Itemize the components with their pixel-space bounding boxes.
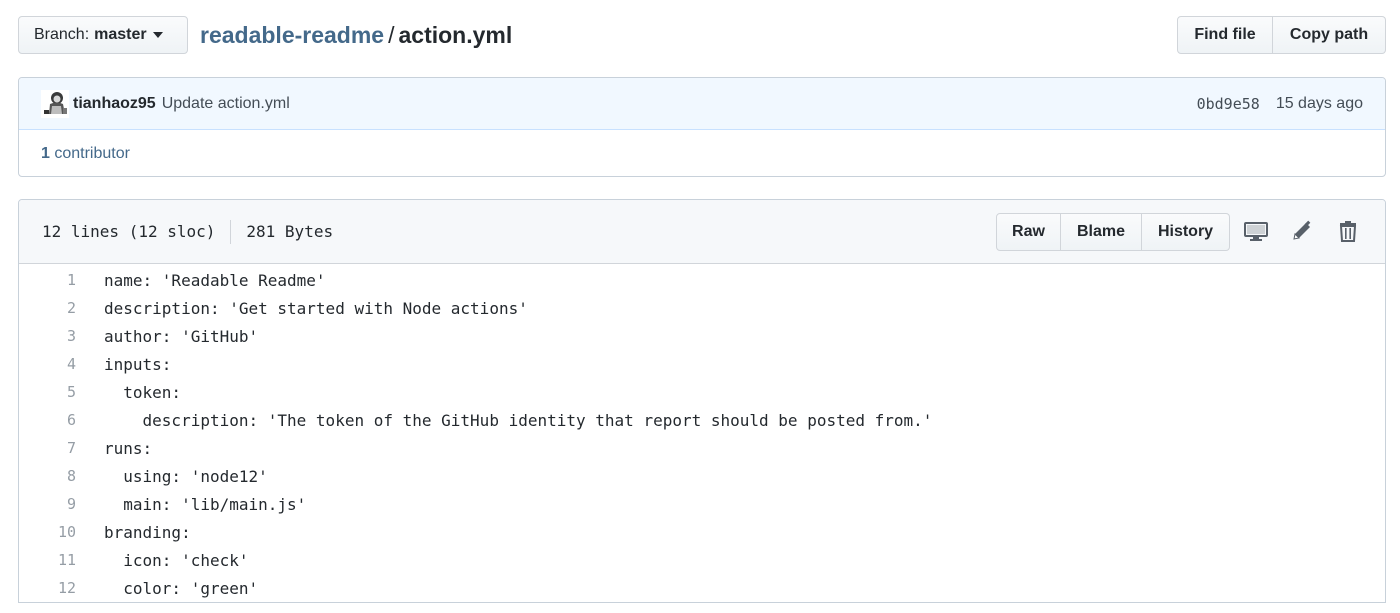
breadcrumb-file: action.yml [398, 22, 513, 48]
line-number[interactable]: 5 [19, 383, 76, 401]
copy-path-button[interactable]: Copy path [1273, 16, 1386, 54]
breadcrumb: readable-readme / action.yml [200, 19, 512, 51]
code-line: 7 runs: [19, 434, 1385, 462]
raw-button[interactable]: Raw [996, 213, 1061, 251]
code-line: 3 author: 'GitHub' [19, 322, 1385, 350]
breadcrumb-repo-link[interactable]: readable-readme [200, 22, 384, 48]
file-action-buttons: Raw Blame History [996, 213, 1230, 251]
line-content: color: 'green' [104, 578, 259, 598]
branch-name: master [94, 26, 147, 43]
line-number[interactable]: 3 [19, 327, 76, 345]
line-number[interactable]: 11 [19, 551, 76, 569]
desktop-icon[interactable] [1243, 218, 1269, 244]
line-content: author: 'GitHub' [104, 326, 259, 346]
commit-sha[interactable]: 0bd9e58 [1197, 95, 1260, 113]
line-content: name: 'Readable Readme' [104, 270, 326, 290]
blame-button[interactable]: Blame [1061, 213, 1142, 251]
code-line: 8 using: 'node12' [19, 462, 1385, 490]
file-header: 12 lines (12 sloc) 281 Bytes Raw Blame H… [19, 200, 1385, 264]
line-number[interactable]: 7 [19, 439, 76, 457]
code-line: 2 description: 'Get started with Node act… [19, 294, 1385, 322]
branch-selector[interactable]: Branch: master [18, 16, 188, 54]
code-line: 6 description: 'The token of the GitHub … [19, 406, 1385, 434]
file-viewer: 12 lines (12 sloc) 281 Bytes Raw Blame H… [18, 199, 1386, 603]
commit-message[interactable]: Update action.yml [162, 95, 290, 113]
code-line: 4 inputs: [19, 350, 1385, 378]
code-line: 11 icon: 'check' [19, 546, 1385, 574]
caret-down-icon [152, 32, 163, 38]
line-number[interactable]: 6 [19, 411, 76, 429]
line-content: inputs: [104, 354, 172, 374]
history-button[interactable]: History [1142, 213, 1230, 251]
file-size: 281 Bytes [246, 222, 334, 241]
commit-header: tianhaoz95 Update action.yml 0bd9e58 15 … [19, 78, 1385, 130]
avatar[interactable] [41, 89, 69, 118]
line-content: main: 'lib/main.js' [104, 494, 307, 514]
line-content: description: 'The token of the GitHub id… [104, 410, 933, 430]
code-line: 1 name: 'Readable Readme' [19, 266, 1385, 294]
line-number[interactable]: 9 [19, 495, 76, 513]
file-nav-buttons: Find file Copy path [1177, 16, 1386, 54]
line-number[interactable]: 10 [19, 523, 76, 541]
code-line: 10 branding: [19, 518, 1385, 546]
commit-meta: 0bd9e58 15 days ago [1197, 95, 1363, 113]
line-number[interactable]: 8 [19, 467, 76, 485]
contributors-link[interactable]: 1 contributor [19, 130, 1385, 176]
code-body: 1 name: 'Readable Readme' 2 description: 'G… [19, 264, 1385, 602]
contributors-count: 1 [41, 145, 50, 162]
line-content: runs: [104, 438, 153, 458]
line-content: description: 'Get started with Node acti… [104, 298, 528, 318]
code-line: 5 token: [19, 378, 1385, 406]
commit-time: 15 days ago [1275, 94, 1363, 112]
line-number[interactable]: 12 [19, 579, 76, 597]
breadcrumb-separator: / [388, 22, 395, 48]
line-content: branding: [104, 522, 191, 542]
find-file-button[interactable]: Find file [1177, 16, 1273, 54]
line-content: using: 'node12' [104, 466, 268, 486]
branch-label: Branch: [34, 26, 90, 43]
file-line-count: 12 lines (12 sloc) [42, 222, 216, 241]
pencil-icon[interactable] [1289, 218, 1315, 244]
code-line: 9 main: 'lib/main.js' [19, 490, 1385, 518]
line-content: token: [104, 382, 182, 402]
line-content: icon: 'check' [104, 550, 249, 570]
line-number[interactable]: 2 [19, 299, 76, 317]
contributors-label: contributor [54, 145, 130, 162]
code-line: 12 color: 'green' [19, 574, 1385, 602]
trash-icon[interactable] [1335, 218, 1361, 244]
line-number[interactable]: 1 [19, 271, 76, 289]
commit-tease: tianhaoz95 Update action.yml 0bd9e58 15 … [18, 77, 1386, 177]
commit-author[interactable]: tianhaoz95 [73, 95, 156, 113]
line-number[interactable]: 4 [19, 355, 76, 373]
info-divider [230, 219, 232, 244]
